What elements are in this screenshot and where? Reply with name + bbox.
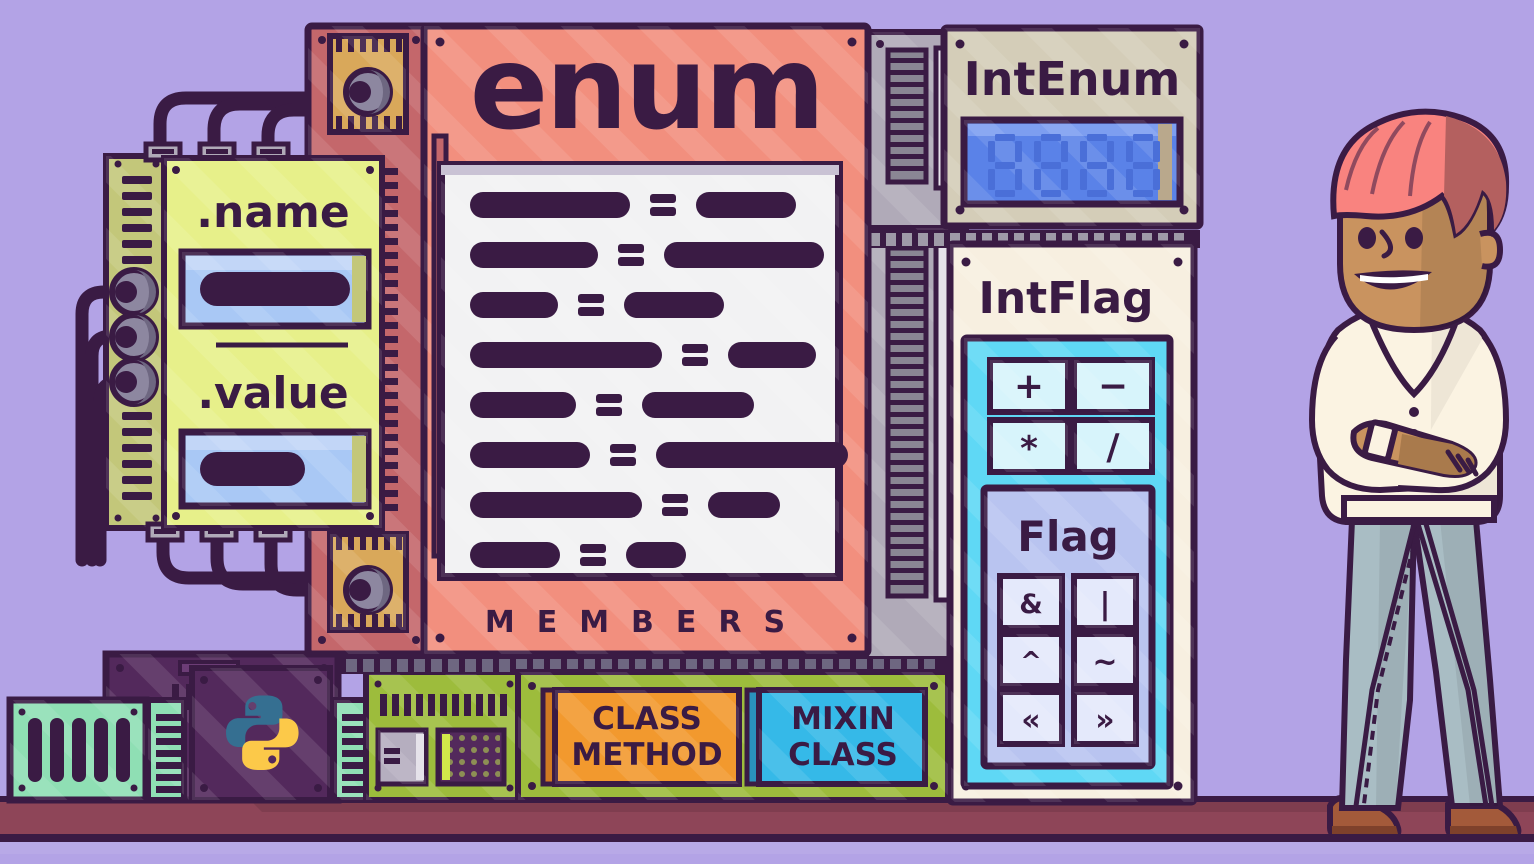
member-value-bar (728, 342, 816, 368)
mixin-class-button[interactable]: MIXIN CLASS (744, 687, 928, 787)
key-shift-right-label: » (1095, 703, 1114, 738)
intflag-title: IntFlag (978, 273, 1153, 324)
member-value-bar (626, 542, 686, 568)
knob-3[interactable] (109, 357, 159, 407)
member-name-bar (470, 442, 590, 468)
member-row (470, 492, 780, 518)
member-name-bar (470, 292, 558, 318)
intenum-title: IntEnum (964, 52, 1181, 106)
mixin-class-label-line1: MIXIN (791, 701, 895, 737)
key-plus[interactable]: + (987, 357, 1071, 415)
green-circuit-board (363, 669, 525, 803)
key-slash[interactable]: / (1071, 417, 1155, 475)
key-and-label: & (1019, 589, 1043, 620)
members-footer-label: MEMBERS (485, 605, 807, 640)
key-plus-label: + (1014, 366, 1044, 407)
knob-2[interactable] (109, 312, 159, 362)
connector-port-top[interactable] (327, 33, 409, 135)
member-name-bar (470, 542, 560, 568)
name-field-label: .name (196, 187, 349, 238)
floor (0, 796, 1534, 864)
key-asterisk[interactable]: * (987, 417, 1071, 475)
flag-subpanel[interactable]: Flag & | ^ ~ « » (980, 484, 1156, 770)
member-value-bar (664, 242, 824, 268)
member-value-bar (656, 442, 848, 468)
character-eye-left (1358, 227, 1376, 249)
intenum-lcd-display (960, 116, 1184, 208)
class-method-label-line1: CLASS (592, 701, 702, 737)
name-value-module[interactable]: .name .value (103, 141, 398, 543)
key-and[interactable]: & (997, 573, 1065, 631)
member-value-bar (708, 492, 780, 518)
character-eye-right (1405, 227, 1423, 249)
connector-port-bottom[interactable] (327, 531, 409, 633)
member-name-bar (470, 392, 576, 418)
key-asterisk-label: * (1020, 429, 1038, 469)
member-name-bar (470, 242, 598, 268)
member-name-bar (470, 342, 662, 368)
enum-title: enum (470, 21, 823, 156)
python-logo-board (189, 665, 333, 803)
key-or[interactable]: | (1071, 573, 1139, 631)
members-screen (437, 161, 848, 581)
member-value-bar (696, 192, 796, 218)
buttons-base-panel: CLASS METHOD MIXIN CLASS (515, 669, 951, 803)
key-shift-left[interactable]: « (997, 689, 1065, 747)
key-minus[interactable]: − (1071, 357, 1155, 415)
comb-card-left (145, 697, 187, 803)
member-value-bar (642, 392, 754, 418)
key-xor-label: ^ (1020, 647, 1042, 677)
character-head (1330, 108, 1510, 334)
illustration-canvas: enum MEMBERS .name .value IntEnum IntFla… (0, 0, 1534, 864)
key-shift-right[interactable]: » (1071, 689, 1139, 747)
key-or-label: | (1100, 587, 1111, 622)
key-slash-label: / (1106, 427, 1120, 468)
key-minus-label: − (1098, 366, 1128, 407)
key-invert[interactable]: ~ (1071, 631, 1139, 689)
intflag-panel[interactable]: IntFlag + − * / Flag & | ^ ~ « » (946, 240, 1198, 806)
member-name-bar (470, 492, 642, 518)
scene-svg: enum MEMBERS .name .value IntEnum IntFla… (0, 0, 1534, 864)
enum-panel[interactable]: enum MEMBERS (420, 21, 872, 658)
key-xor[interactable]: ^ (997, 631, 1065, 689)
class-method-button[interactable]: CLASS METHOD (540, 687, 742, 787)
member-value-bar (624, 292, 724, 318)
vent-card-left (6, 696, 150, 804)
name-lcd-display (178, 248, 372, 330)
knob-1[interactable] (109, 267, 159, 317)
value-lcd-display (178, 428, 372, 510)
class-method-label-line2: METHOD (571, 737, 722, 773)
intenum-panel[interactable]: IntEnum (940, 24, 1204, 230)
flag-title: Flag (1017, 512, 1119, 561)
value-field-label: .value (197, 368, 348, 419)
mixin-class-label-line2: CLASS (788, 737, 898, 773)
key-invert-label: ~ (1092, 645, 1117, 680)
key-shift-left-label: « (1021, 703, 1040, 738)
member-row (470, 342, 816, 368)
member-name-bar (470, 192, 630, 218)
